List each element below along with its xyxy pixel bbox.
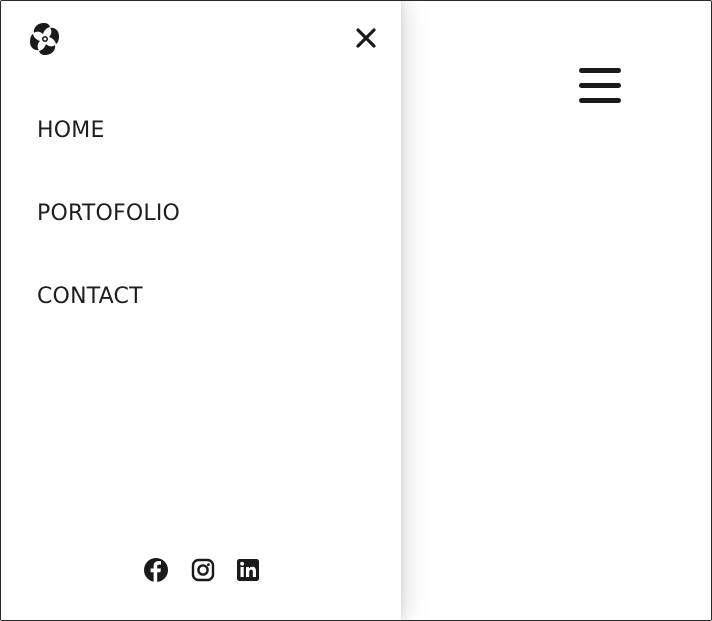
social-links [1,557,401,585]
nav-contact-link[interactable]: CONTACT [37,284,143,309]
pinwheel-logo-icon[interactable] [25,19,65,59]
nav-home-link[interactable]: HOME [37,118,105,143]
side-drawer: HOME PORTOFOLIO CONTACT [1,1,401,620]
linkedin-icon[interactable] [235,557,261,583]
facebook-icon[interactable] [143,557,169,583]
close-icon[interactable] [353,25,379,51]
app-frame: HOME PORTOFOLIO CONTACT [0,0,712,621]
hamburger-menu-icon[interactable] [578,67,622,105]
instagram-icon[interactable] [190,557,216,583]
nav-portofolio-link[interactable]: PORTOFOLIO [37,201,180,226]
